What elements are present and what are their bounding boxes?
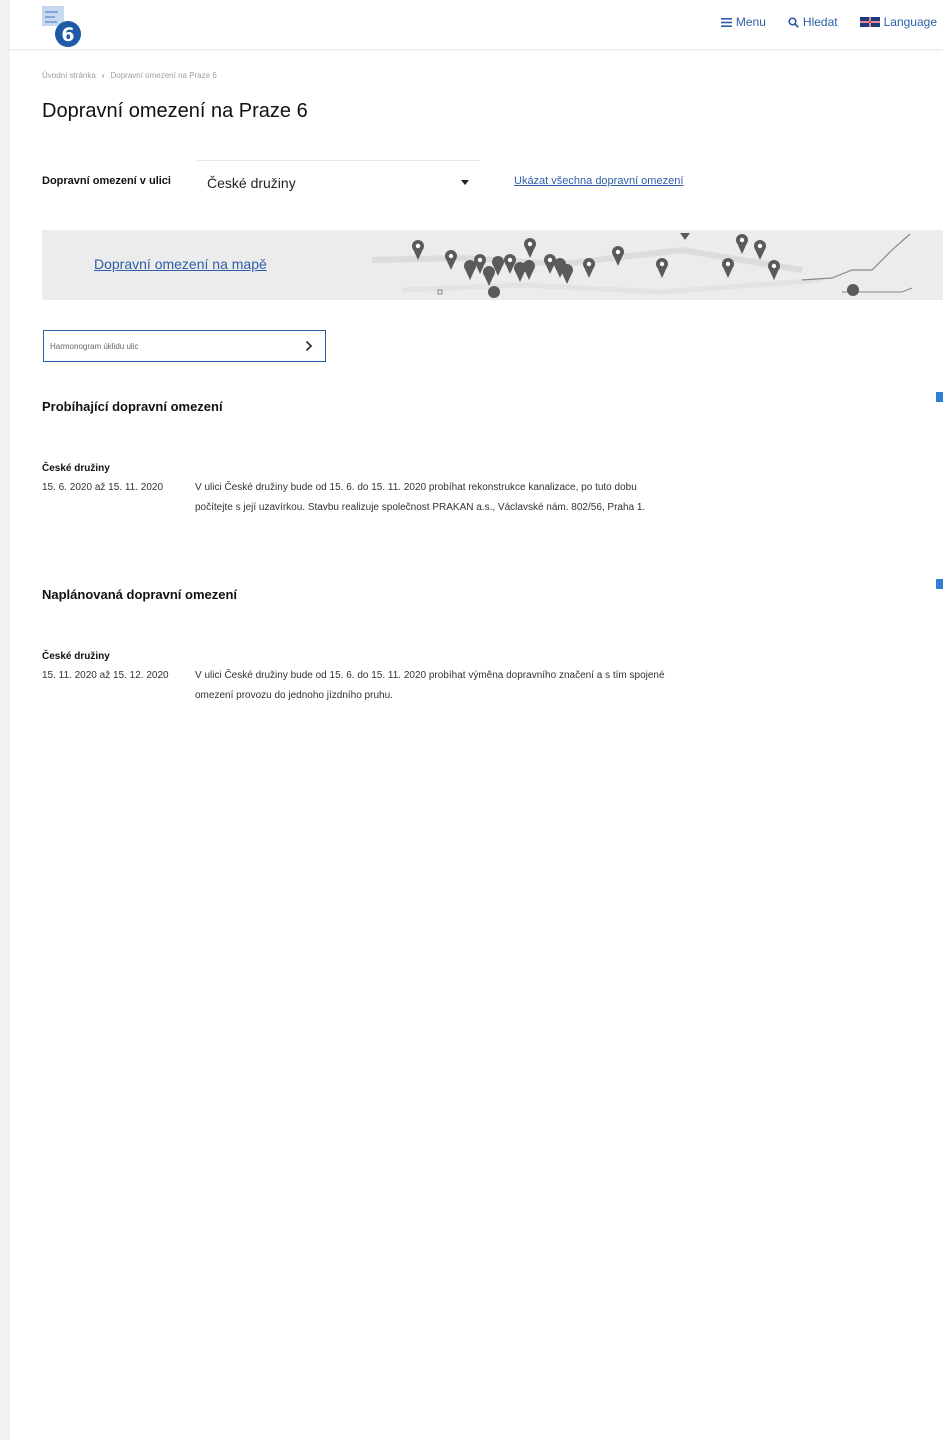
street-select[interactable]: České družiny (197, 160, 479, 204)
site-header: 6 Menu Hledat Language (10, 0, 943, 50)
hamburger-icon (720, 17, 732, 27)
caret-down-icon (461, 180, 469, 185)
map-banner[interactable]: Dopravní omezení na mapě (42, 230, 943, 300)
item-description-line: omezení provozu do jednoho jízdního pruh… (195, 690, 393, 701)
flag-icon (859, 17, 880, 27)
side-marker-icon (936, 392, 943, 402)
search-label: Hledat (802, 15, 838, 29)
filter-label: Dopravní omezení v ulici (42, 175, 171, 187)
item-description-line: V ulici České družiny bude od 15. 6. do … (195, 482, 637, 493)
item-date: 15. 11. 2020 až 15. 12. 2020 (42, 670, 169, 681)
side-marker-icon (936, 579, 943, 589)
breadcrumb: Úvodní stránka › Dopravní omezení na Pra… (42, 71, 217, 80)
item-description: V ulici České družiny bude od 15. 6. do … (195, 666, 665, 706)
main-nav: Menu Hledat Language (720, 15, 937, 29)
breadcrumb-home[interactable]: Úvodní stránka (42, 71, 96, 80)
page: 6 Menu Hledat Language Úvodní stránka › … (10, 0, 943, 1440)
map-link[interactable]: Dopravní omezení na mapě (94, 256, 267, 272)
show-all-link[interactable]: Ukázat všechna dopravní omezení (514, 175, 683, 187)
language-button[interactable]: Language (859, 15, 937, 29)
item-date: 15. 6. 2020 až 15. 11. 2020 (42, 482, 164, 493)
item-description-line: počítejte s její uzavírkou. Stavbu reali… (195, 502, 646, 513)
menu-label: Menu (735, 15, 766, 29)
menu-button[interactable]: Menu (720, 15, 766, 29)
language-label: Language (883, 15, 937, 29)
praha6-logo[interactable]: 6 (40, 4, 86, 48)
item-street: České družiny (42, 651, 110, 662)
item-street: České družiny (42, 463, 110, 474)
search-button[interactable]: Hledat (788, 15, 838, 29)
breadcrumb-current: Dopravní omezení na Praze 6 (110, 71, 217, 80)
harmonogram-label: Harmonogram úklidu ulic (50, 342, 139, 351)
page-title: Dopravní omezení na Praze 6 (42, 100, 308, 122)
search-icon (788, 16, 799, 28)
breadcrumb-separator-icon: › (101, 71, 105, 80)
chevron-right-icon (305, 340, 313, 352)
item-description-line: V ulici České družiny bude od 15. 6. do … (195, 670, 665, 681)
harmonogram-button[interactable]: Harmonogram úklidu ulic (43, 330, 326, 362)
item-description: V ulici České družiny bude od 15. 6. do … (195, 478, 645, 518)
street-select-value: České družiny (207, 175, 296, 191)
ongoing-section-title: Probíhající dopravní omezení (42, 399, 223, 414)
planned-section-title: Naplánovaná dopravní omezení (42, 587, 238, 602)
street-filter: Dopravní omezení v ulici České družiny U… (42, 160, 922, 204)
logo-number: 6 (61, 24, 74, 46)
